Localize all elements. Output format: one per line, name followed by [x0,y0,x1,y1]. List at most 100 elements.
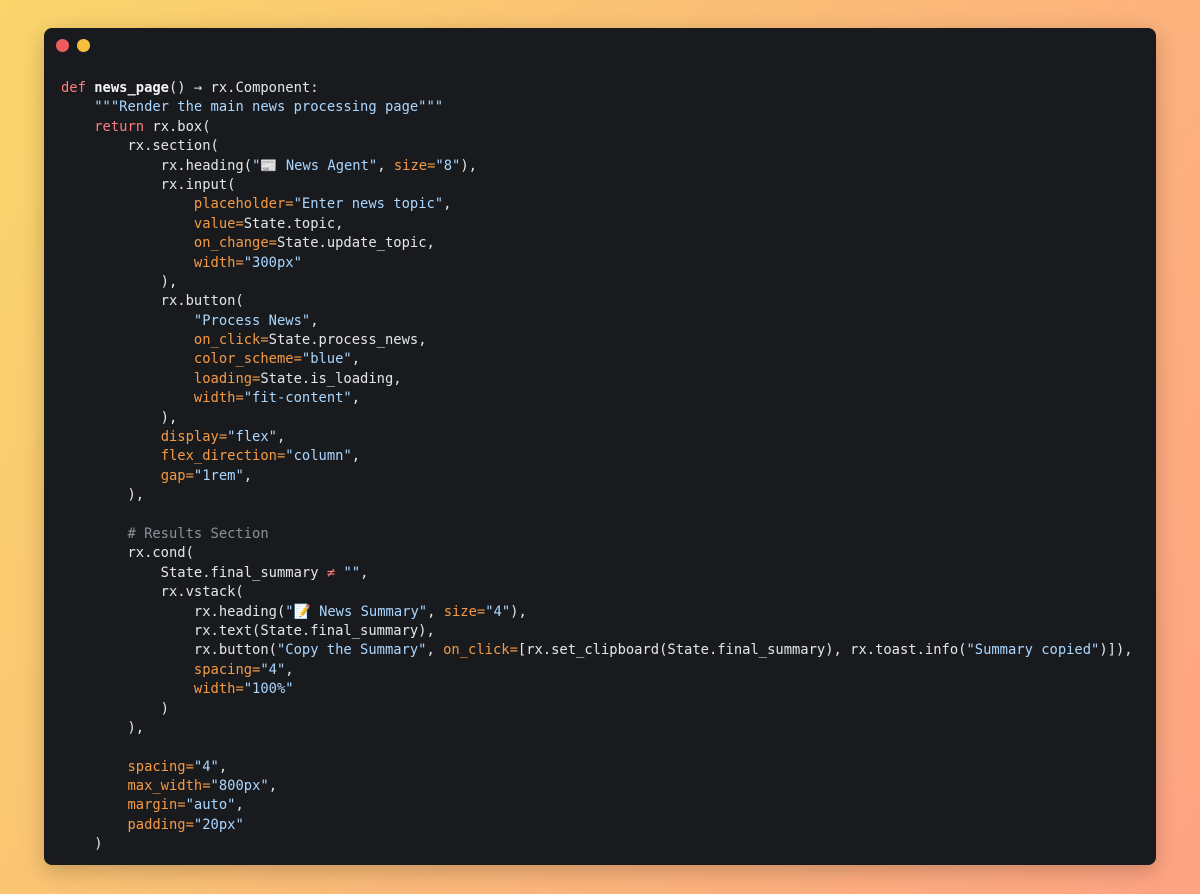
code-token-plain: State.update_topic, [276,235,435,252]
code-line: spacing="4", [61,758,1133,777]
code-token-string: "Process News" [193,312,311,329]
code-line: value=State.topic, [61,215,1133,234]
code-token-param: gap= [160,467,194,484]
code-token-string: "100%" [243,681,294,698]
code-token-string: "auto" [185,797,236,814]
code-token-string: "8" [435,157,461,174]
code-token-string: "Copy the Summary" [276,642,427,659]
code-token-plain: rx.input( [61,176,236,193]
code-token-plain: rx.heading( [61,603,286,620]
code-token-plain: rx.button( [61,642,277,659]
code-token-param: placeholder= [193,196,294,213]
code-line: placeholder="Enter news topic", [61,195,1133,214]
code-token-plain: ), [61,273,178,290]
code-token-plain: rx.box( [152,118,211,135]
code-token-param: spacing= [127,758,194,775]
code-token-plain: State.is_loading, [260,370,402,387]
code-block: def news_page() → rx.Component: """Rende… [61,79,1133,855]
code-token-func: news_page [94,80,169,96]
close-dot-icon[interactable] [56,39,69,52]
code-line: def news_page() → rx.Component: [61,79,1133,98]
code-line: rx.cond( [61,544,1133,563]
code-token-plain: , [268,778,277,795]
code-token-plain: , [360,564,369,581]
code-line: rx.text(State.final_summary), [61,622,1133,641]
code-token-string: "📰 News Agent" [252,157,378,174]
code-token-plain: ), [61,487,145,504]
code-token-param: value= [193,215,244,232]
code-line: # Results Section [61,525,1133,544]
code-token-plain: , [443,196,452,213]
code-token-param: on_click= [443,642,518,659]
code-token-string: "" [343,564,361,581]
code-token-param: max_width= [127,778,211,795]
code-line: rx.heading("📝 News Summary", size="4"), [61,603,1133,622]
code-line: padding="20px" [61,816,1133,835]
code-line: on_change=State.update_topic, [61,234,1133,253]
code-line: rx.button("Copy the Summary", on_click=[… [61,641,1133,660]
code-token-plain: rx.heading( [61,157,253,174]
code-token-string: "1rem" [193,467,244,484]
code-token-param: width= [193,681,244,698]
code-token-keyword: def [61,80,95,96]
code-token-string: "800px" [210,778,269,795]
code-token-param: loading= [193,370,261,387]
code-token-plain: State.process_news, [268,332,427,349]
code-token-plain: , [243,467,253,484]
code-token-plain: , [310,312,319,329]
code-line: ), [61,719,1133,738]
code-token-string: "blue" [301,351,352,368]
code-line: on_click=State.process_news, [61,331,1133,350]
code-token-string: "flex" [227,429,277,446]
code-line: rx.section( [61,137,1133,156]
code-line: rx.input( [61,176,1133,195]
code-token-param: on_change= [193,235,277,252]
code-token-plain: , [351,448,361,465]
code-token-plain: ), [460,157,477,174]
minimize-dot-icon[interactable] [77,39,90,52]
code-token-param: size= [443,603,486,620]
code-token-string: "Summary copied" [966,642,1100,659]
code-line: width="100%" [61,680,1133,699]
code-token-op: ≠ [326,564,336,581]
code-line: margin="auto", [61,796,1133,815]
code-token-param: size= [393,157,436,174]
code-token-plain: , [427,603,444,620]
code-token-string: "column" [285,448,352,465]
code-token-plain: State.topic, [243,215,344,232]
code-line: ) [61,700,1133,719]
code-token-plain: , [218,758,228,775]
code-token-plain: ) [61,836,103,853]
code-token-string: "4" [193,758,219,775]
code-line: State.final_summary ≠ "", [61,564,1133,583]
code-window: def news_page() → rx.Component: """Rende… [44,28,1156,865]
code-token-plain: rx.text(State.final_summary), [61,622,435,639]
code-line: loading=State.is_loading, [61,370,1133,389]
code-token-param: padding= [127,816,194,833]
code-token-keyword: return [94,118,153,135]
code-line: color_scheme="blue", [61,350,1133,369]
code-token-plain: , [426,642,444,659]
code-line: ), [61,273,1133,292]
code-token-plain: , [351,351,361,368]
code-line: width="300px" [61,254,1133,273]
code-token-comment: # Results Section [127,525,269,542]
code-line: rx.heading("📰 News Agent", size="8"), [61,157,1133,176]
code-token-param: display= [160,429,228,446]
code-token-string: "📝 News Summary" [285,603,428,620]
